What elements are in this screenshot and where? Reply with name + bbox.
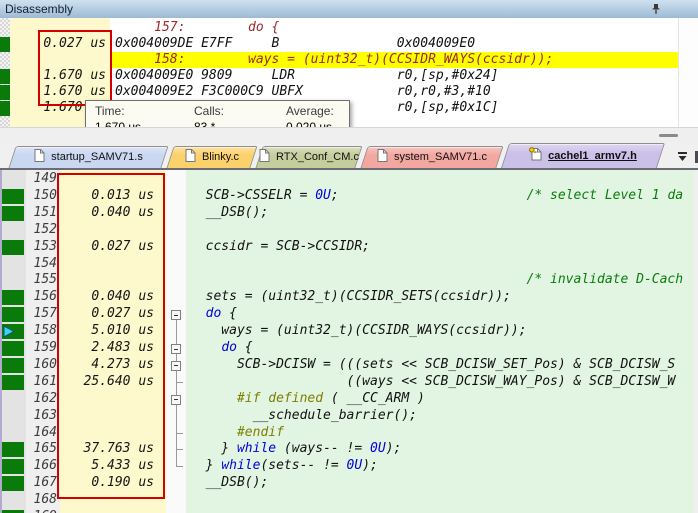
code-text: ((ways << SCB_DCISW_WAY_Pos) & SCB_DCISW… bbox=[190, 374, 675, 391]
execution-block bbox=[0, 85, 10, 100]
disassembly-text: 0x004009E0 9809 LDR r0,[sp,#0x24] bbox=[115, 68, 499, 84]
execution-block bbox=[0, 37, 10, 52]
disassembly-window: Disassembly 157: do {0.027 us0x004009DE … bbox=[0, 0, 698, 143]
tab-system-samv71-c[interactable]: system_SAMV71.c bbox=[364, 146, 500, 168]
code-text: __DSB(); bbox=[190, 475, 268, 492]
tab-label-wrap: Blinky.c bbox=[170, 146, 254, 168]
line-number: 163 bbox=[20, 408, 57, 425]
code-text: /* invalidate D-Cach bbox=[190, 272, 683, 289]
timing-annotation-rect bbox=[38, 30, 112, 106]
code-text: #if defined ( __CC_ARM ) bbox=[190, 391, 425, 408]
disassembly-text: 0x004009DE E7FF B 0x004009E0 bbox=[115, 36, 475, 52]
line-number: 159 bbox=[20, 340, 57, 357]
disassembly-title: Disassembly bbox=[0, 2, 73, 16]
execution-block bbox=[0, 69, 10, 84]
line-number: 160 bbox=[20, 357, 57, 374]
disassembly-text: 158: ways = (uint32_t)(CCSIDR_WAYS(ccsid… bbox=[115, 52, 553, 68]
file-icon bbox=[34, 149, 45, 165]
code-text: ways = (uint32_t)(CCSIDR_WAYS(ccsidr)); bbox=[190, 323, 527, 340]
fold-end-tick bbox=[177, 449, 183, 450]
line-number: 168 bbox=[20, 492, 57, 509]
tooltip-average-label: Average: bbox=[286, 104, 334, 118]
line-number: 151 bbox=[20, 205, 57, 222]
code-text: do { bbox=[190, 306, 237, 323]
tab-label: cachel1_armv7.h bbox=[548, 150, 637, 162]
tooltip-time-label: Time: bbox=[95, 104, 125, 118]
fold-toggle[interactable] bbox=[171, 395, 181, 405]
fold-end-tick bbox=[177, 466, 183, 467]
tooltip-average-value: 0.020 us bbox=[286, 120, 332, 127]
tab-rtx-conf-cm-c[interactable]: RTX_Conf_CM.c bbox=[259, 146, 359, 168]
file-icon bbox=[377, 149, 388, 165]
code-text: #endif bbox=[190, 425, 284, 442]
tab-cachel1-armv7-h[interactable]: cachel1_armv7.h bbox=[505, 143, 661, 168]
tab-label: RTX_Conf_CM.c bbox=[276, 151, 359, 163]
tooltip-calls-label: Calls: bbox=[194, 104, 224, 118]
line-number: 161 bbox=[20, 374, 57, 391]
pin-icon[interactable] bbox=[650, 3, 662, 15]
code-line-169[interactable]: 169 bbox=[0, 509, 698, 513]
line-number: 155 bbox=[20, 272, 57, 289]
code-text: SCB->CSSELR = 0U; /* select Level 1 da bbox=[190, 188, 683, 205]
line-number: 156 bbox=[20, 289, 57, 306]
code-text: } while (ways-- != 0U); bbox=[190, 441, 401, 458]
line-number: 165 bbox=[20, 441, 57, 458]
tab-label: Blinky.c bbox=[202, 151, 239, 163]
line-number: 164 bbox=[20, 425, 57, 442]
keil-uvision-screen: Disassembly 157: do {0.027 us0x004009DE … bbox=[0, 0, 698, 513]
line-number: 169 bbox=[20, 509, 57, 513]
code-text: sets = (uint32_t)(CCSIDR_SETS(ccsidr)); bbox=[190, 289, 511, 306]
tab-startup-samv71-s[interactable]: startup_SAMV71.s bbox=[12, 146, 165, 168]
tooltip-calls-value: 83 * bbox=[194, 120, 215, 127]
tab-label-wrap: system_SAMV71.c bbox=[364, 146, 500, 168]
tab-overflow-icon[interactable] bbox=[677, 152, 688, 162]
code-text: } while(sets-- != 0U); bbox=[190, 458, 378, 475]
tab-blinky-c[interactable]: Blinky.c bbox=[170, 146, 254, 168]
timing-annotation-rect-editor bbox=[57, 173, 165, 499]
tab-label: startup_SAMV71.s bbox=[51, 151, 143, 163]
line-number: 157 bbox=[20, 306, 57, 323]
tab-label-wrap: startup_SAMV71.s bbox=[12, 146, 165, 168]
tab-label-wrap: RTX_Conf_CM.c bbox=[259, 146, 359, 168]
disassembly-titlebar[interactable]: Disassembly bbox=[0, 0, 698, 19]
fold-end-tick bbox=[177, 382, 183, 383]
line-number: 153 bbox=[20, 239, 57, 256]
timing-tooltip: Time: 1.670 us Calls: 83 * Average: 0.02… bbox=[85, 100, 350, 127]
code-text: do { bbox=[190, 340, 253, 357]
code-text: ccsidr = SCB->CCSIDR; bbox=[190, 239, 370, 256]
fold-toggle[interactable] bbox=[171, 344, 181, 354]
line-number: 167 bbox=[20, 475, 57, 492]
disassembly-text: 0x004009E2 F3C000C9 UBFX r0,r0,#3,#10 bbox=[115, 84, 491, 100]
line-number: 162 bbox=[20, 391, 57, 408]
code-text: SCB->DCISW = (((sets << SCB_DCISW_SET_Po… bbox=[190, 357, 675, 374]
line-number: 158 bbox=[20, 323, 57, 340]
tab-label: system_SAMV71.c bbox=[394, 151, 487, 163]
code-text: __DSB(); bbox=[190, 205, 268, 222]
locked-file-icon bbox=[529, 147, 542, 164]
line-number: 154 bbox=[20, 256, 57, 273]
editor-tabbar: startup_SAMV71.s Blinky.c RTX_Conf_CM.c sys… bbox=[0, 143, 698, 170]
execution-block bbox=[0, 101, 10, 116]
file-icon bbox=[259, 149, 270, 165]
disassembly-hscrollbar[interactable] bbox=[0, 127, 698, 144]
fold-end-tick bbox=[177, 433, 183, 434]
line-number: 166 bbox=[20, 458, 57, 475]
disassembly-content: 157: do {0.027 us0x004009DE E7FF B 0x004… bbox=[0, 18, 698, 127]
code-editor: 1491500.013 us SCB->CSSELR = 0U; /* sele… bbox=[0, 170, 698, 513]
fold-toggle[interactable] bbox=[171, 310, 181, 320]
line-number: 150 bbox=[20, 188, 57, 205]
code-text: __schedule_barrier(); bbox=[190, 408, 417, 425]
line-number: 149 bbox=[20, 171, 57, 188]
file-icon bbox=[185, 149, 196, 165]
fold-toggle[interactable] bbox=[171, 361, 181, 371]
tab-label-wrap: cachel1_armv7.h bbox=[505, 143, 661, 168]
line-number: 152 bbox=[20, 222, 57, 239]
disassembly-text: 157: do { bbox=[115, 20, 279, 36]
fold-structure-line bbox=[176, 315, 177, 467]
current-statement-arrow bbox=[3, 325, 16, 343]
tooltip-time-value: 1.670 us bbox=[95, 120, 141, 127]
hscrollbar-thumb[interactable] bbox=[659, 134, 678, 137]
